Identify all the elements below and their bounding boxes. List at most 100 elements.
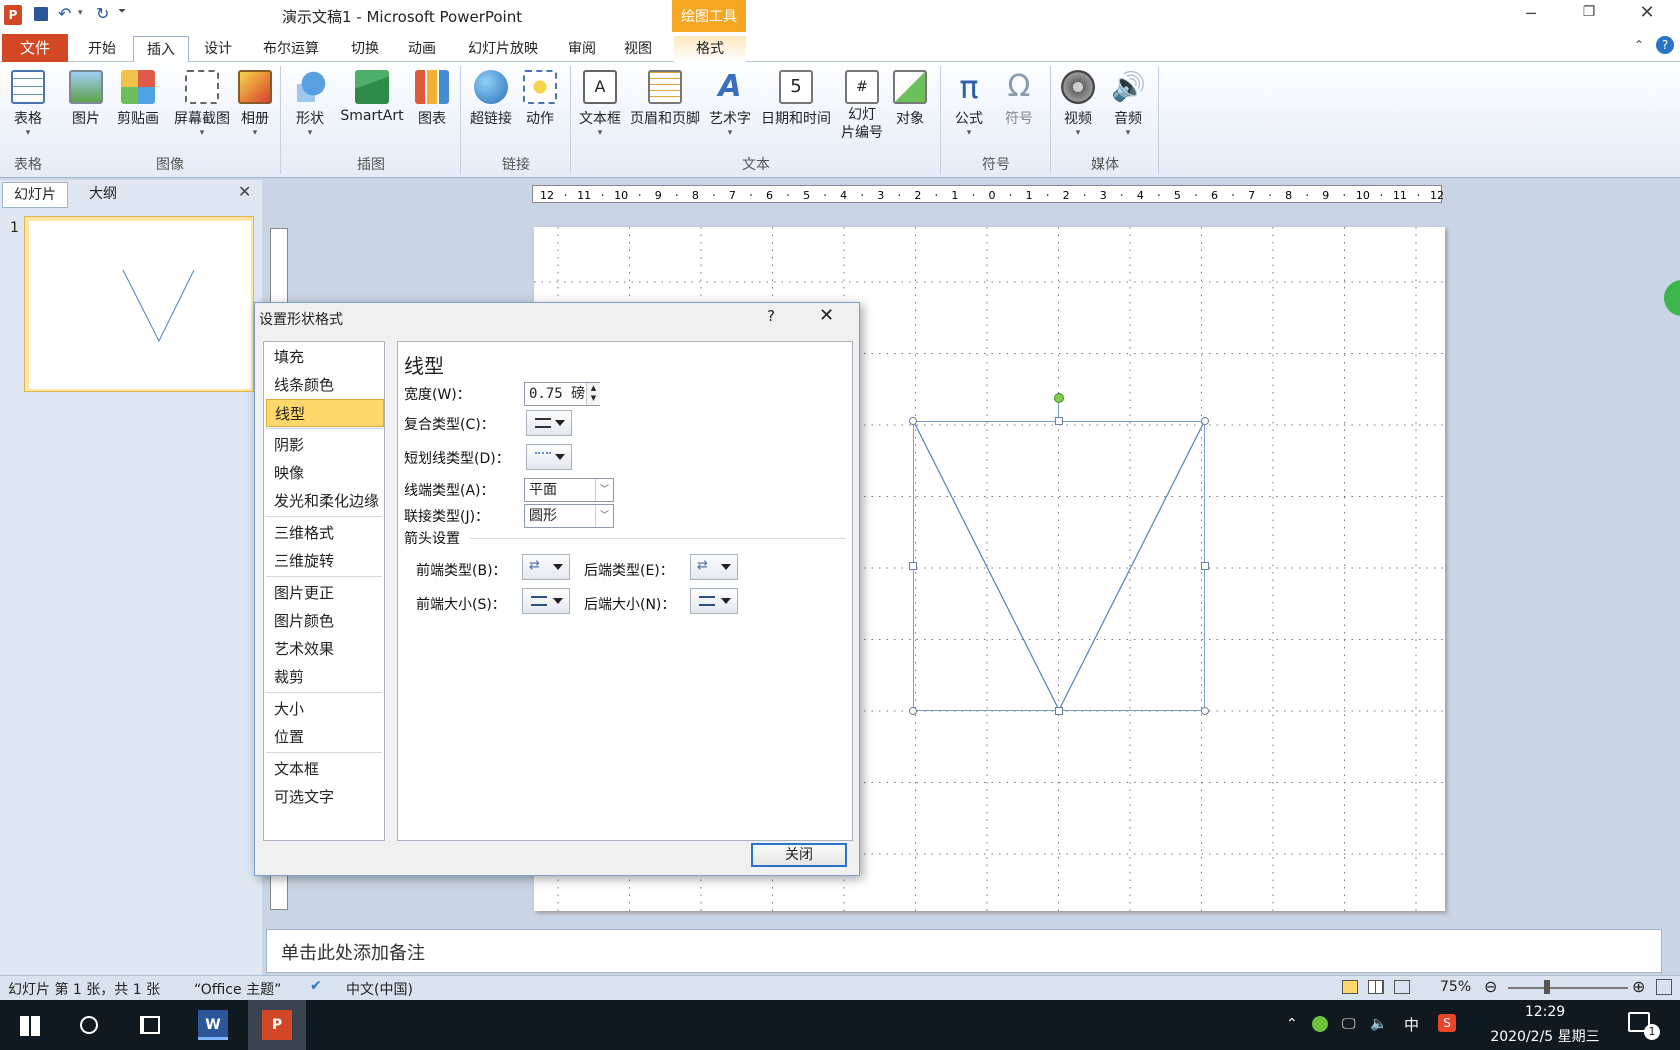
zoom-slider-thumb[interactable] [1544,980,1550,994]
category-item[interactable]: 艺术效果 [266,635,384,663]
width-spinner[interactable]: ▲ ▼ [586,383,600,405]
resize-handle[interactable] [909,562,917,570]
tab-outline[interactable]: 大纲 [70,182,136,208]
datetime-button[interactable]: 5 日期和时间 [756,64,836,128]
volume-icon[interactable]: 🔈 [1370,1016,1387,1032]
start-icon[interactable] [20,1016,40,1036]
reading-view-icon[interactable] [1394,980,1410,994]
slide-number-button[interactable]: # 幻灯 片编号 [838,64,886,142]
tab-slides[interactable]: 幻灯片 [2,182,68,208]
ime-indicator[interactable]: 中 [1404,1014,1419,1035]
security-tray-icon[interactable] [1312,1016,1328,1032]
dialog-close-icon[interactable]: ✕ [819,305,834,326]
action-button[interactable]: 动作 [518,64,562,128]
begin-size-dropdown[interactable] [522,588,570,614]
resize-handle[interactable] [1055,707,1063,715]
redo-icon[interactable]: ↻ [96,4,109,23]
zoom-in-icon[interactable]: ⊕ [1632,977,1645,996]
category-item[interactable]: 填充 [266,343,384,371]
textbox-button[interactable]: A 文本框 ▾ [574,64,626,138]
tab-animations[interactable]: 动画 [396,36,448,62]
tab-design[interactable]: 设计 [192,36,244,62]
fit-slide-icon[interactable] [1656,979,1672,995]
help-icon[interactable]: ? [1656,36,1674,54]
close-window-button[interactable]: ✕ [1632,2,1662,28]
minimize-button[interactable]: ─ [1516,4,1546,28]
slide-thumbnail[interactable] [24,216,254,392]
category-item[interactable]: 发光和柔化边缘 [266,487,384,515]
rotation-handle[interactable] [1054,393,1064,403]
clock-time[interactable]: 12:29 [1520,1004,1570,1020]
word-taskbar-icon[interactable]: W [198,1010,228,1040]
save-icon[interactable] [34,7,48,21]
powerpoint-taskbar-icon[interactable]: P [248,1000,306,1050]
powerpoint-logo-icon[interactable]: P [4,5,22,25]
resize-handle[interactable] [909,417,917,425]
header-footer-button[interactable]: 页眉和页脚 [626,64,704,128]
shapes-button[interactable]: 形状 ▾ [288,64,332,138]
compound-type-dropdown[interactable] [526,410,572,436]
undo-dropdown-icon[interactable]: ▾ [78,8,83,18]
sogou-icon[interactable]: S [1438,1014,1456,1032]
resize-handle[interactable] [1201,562,1209,570]
resize-handle[interactable] [1201,707,1209,715]
table-button[interactable]: 表格 ▾ [4,64,52,138]
close-panel-icon[interactable]: ✕ [238,182,251,201]
tab-transitions[interactable]: 切换 [340,36,390,62]
category-item[interactable]: 大小 [266,695,384,723]
end-size-dropdown[interactable] [690,588,738,614]
zoom-out-icon[interactable]: ⊖ [1484,977,1497,996]
tray-overflow-icon[interactable]: ⌃ [1286,1016,1298,1032]
tab-boolean[interactable]: 布尔运算 [254,36,328,62]
spellcheck-icon[interactable]: ✔ [310,978,322,994]
language[interactable]: 中文(中国) [346,979,413,999]
tab-view[interactable]: 视图 [612,36,664,62]
tab-slideshow[interactable]: 幻灯片放映 [456,36,550,62]
network-icon[interactable]: 🖵 [1342,1016,1356,1032]
category-item[interactable]: 位置 [266,723,384,751]
category-item[interactable]: 线型 [266,399,384,427]
resize-handle[interactable] [909,707,917,715]
picture-button[interactable]: 图片 [64,64,108,128]
screenshot-button[interactable]: 屏幕截图 ▾ [164,64,240,138]
restore-button[interactable]: ❐ [1574,4,1604,28]
hyperlink-button[interactable]: 超链接 [466,64,516,128]
tab-review[interactable]: 审阅 [556,36,608,62]
resize-handle[interactable] [1201,417,1209,425]
theme-name[interactable]: “Office 主题” [194,979,281,999]
category-item[interactable]: 三维旋转 [266,547,384,575]
dialog-help-button[interactable]: ? [767,307,775,325]
symbol-button[interactable]: Ω 符号 [996,64,1042,128]
begin-type-dropdown[interactable]: ⇄ [522,554,570,580]
video-button[interactable]: 视频 ▾ [1054,64,1102,138]
minimize-ribbon-icon[interactable]: ⌃ [1634,38,1644,52]
tab-format[interactable]: 格式 [674,36,746,62]
undo-icon[interactable]: ↶ [58,4,71,23]
wordart-button[interactable]: A 艺术字 ▾ [706,64,754,139]
search-icon[interactable] [80,1016,98,1034]
audio-button[interactable]: 🔊 音频 ▾ [1104,64,1152,138]
task-view-icon[interactable] [140,1016,160,1034]
category-item[interactable]: 可选文字 [266,783,384,811]
dialog-close-button[interactable]: 关闭 [751,843,847,867]
tab-home[interactable]: 开始 [76,36,128,62]
end-type-dropdown[interactable]: ⇄ [690,554,738,580]
category-item[interactable]: 裁剪 [266,663,384,691]
category-item[interactable]: 线条颜色 [266,371,384,399]
file-tab[interactable]: 文件 [2,34,68,62]
category-item[interactable]: 映像 [266,459,384,487]
join-type-select[interactable]: 圆形 ﹀ [524,504,614,528]
normal-view-icon[interactable] [1342,980,1358,994]
category-item[interactable]: 图片颜色 [266,607,384,635]
dash-type-dropdown[interactable] [526,444,572,470]
tab-insert[interactable]: 插入 [133,36,189,62]
customize-toolbar-icon[interactable]: ⏷ [118,6,126,17]
slide-sorter-icon[interactable] [1368,980,1384,994]
resize-handle[interactable] [1055,417,1063,425]
category-item[interactable]: 图片更正 [266,579,384,607]
zoom-level[interactable]: 75% [1440,979,1471,995]
cap-type-select[interactable]: 平面 ﹀ [524,478,614,502]
category-item[interactable]: 文本框 [266,755,384,783]
clock-date[interactable]: 2020/2/5 星期三 [1484,1026,1606,1046]
category-item[interactable]: 三维格式 [266,519,384,547]
